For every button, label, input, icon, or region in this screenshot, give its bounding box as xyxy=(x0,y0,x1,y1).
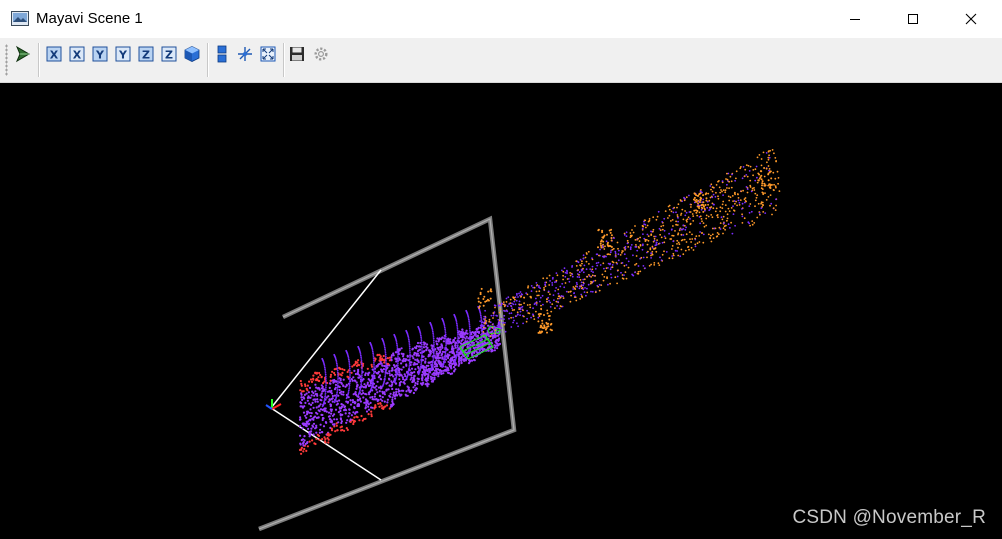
full-screen-icon xyxy=(260,46,276,62)
view-plus-z-icon: Z xyxy=(138,46,154,62)
view-plus-x-button[interactable]: X xyxy=(44,44,64,64)
configure-button[interactable] xyxy=(311,44,331,64)
save-icon xyxy=(289,46,305,62)
title-bar[interactable]: Mayavi Scene 1 xyxy=(0,0,1002,38)
object-label: Ca xyxy=(487,324,501,337)
minimize-icon xyxy=(849,13,861,25)
view-minus-y-icon: Y xyxy=(115,46,131,62)
minimize-button[interactable] xyxy=(826,0,884,38)
maximize-icon xyxy=(907,13,919,25)
window-title: Mayavi Scene 1 xyxy=(36,10,143,27)
configure-icon xyxy=(313,46,329,62)
isometric-view-button[interactable] xyxy=(182,44,202,64)
save-button[interactable] xyxy=(287,44,307,64)
full-screen-button[interactable] xyxy=(258,44,278,64)
view-minus-z-icon: Z xyxy=(161,46,177,62)
svg-text:Y: Y xyxy=(118,49,128,62)
parallel-projection-icon xyxy=(214,45,230,63)
close-button[interactable] xyxy=(942,0,1000,38)
view-plus-z-button[interactable]: Z xyxy=(136,44,156,64)
isometric-view-icon xyxy=(183,45,201,63)
mayavi-pipeline-icon xyxy=(14,45,32,63)
app-icon xyxy=(11,11,29,26)
view-minus-x-icon: X xyxy=(69,46,85,62)
scene-viewport[interactable]: Ca CSDN @November_R xyxy=(0,83,1002,539)
watermark: CSDN @November_R xyxy=(792,507,986,528)
toolbar: X X Y Y Z Z xyxy=(0,38,1002,83)
point-cloud-scene[interactable]: Ca xyxy=(0,83,1002,539)
maximize-button[interactable] xyxy=(884,0,942,38)
view-plus-y-button[interactable]: Y xyxy=(90,44,110,64)
svg-text:Z: Z xyxy=(165,49,173,62)
svg-text:Y: Y xyxy=(95,49,105,62)
view-plus-x-icon: X xyxy=(46,46,62,62)
parallel-projection-button[interactable] xyxy=(212,44,232,64)
axes-indicator-icon xyxy=(236,45,254,63)
close-icon xyxy=(965,13,977,25)
svg-text:X: X xyxy=(73,49,82,62)
toolbar-separator xyxy=(283,43,285,77)
view-minus-x-button[interactable]: X xyxy=(67,44,87,64)
toolbar-grip[interactable] xyxy=(5,44,8,76)
toolbar-separator xyxy=(207,43,209,77)
toolbar-separator xyxy=(38,43,40,77)
view-minus-y-button[interactable]: Y xyxy=(113,44,133,64)
lidar-point-cloud xyxy=(298,149,781,455)
view-minus-z-button[interactable]: Z xyxy=(159,44,179,64)
view-plus-y-icon: Y xyxy=(92,46,108,62)
svg-text:X: X xyxy=(50,49,59,62)
axes-indicator-button[interactable] xyxy=(235,44,255,64)
mayavi-window: Mayavi Scene 1 X X Y Y Z Z Ca CSDN @Nove… xyxy=(0,0,1002,539)
mayavi-pipeline-button[interactable] xyxy=(13,44,33,64)
svg-text:Z: Z xyxy=(142,49,150,62)
